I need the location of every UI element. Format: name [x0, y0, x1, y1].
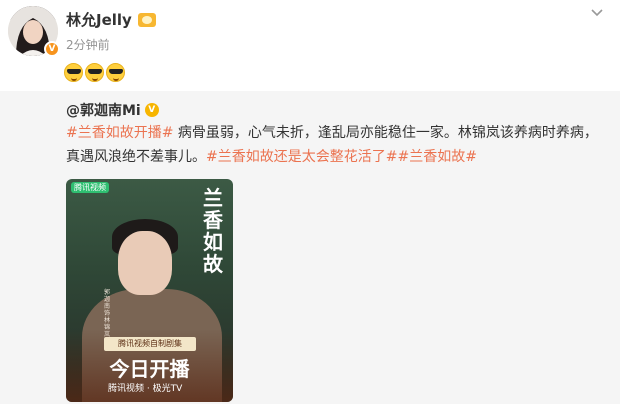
sunglasses-emoji-icon — [64, 63, 83, 82]
sunglasses-emoji-icon — [85, 63, 104, 82]
poster-figure-face — [118, 231, 172, 295]
repost-text: #兰香如故开播# 病骨虽弱，心气未折，逢乱局亦能稳住一家。林锦岚该养病时养病，真… — [66, 121, 606, 169]
sunglasses-emoji-icon — [106, 63, 125, 82]
poster-sponsors: 腾讯视频 · 极光TV — [108, 384, 183, 394]
repost-card[interactable]: @郭迦南Mi V #兰香如故开播# 病骨虽弱，心气未折，逢乱局亦能稳住一家。林锦… — [0, 91, 620, 404]
weibo-post: V 林允Jelly 2分钟前 @郭迦南Mi V #兰香如故开播# 病骨虽弱，心气… — [0, 0, 620, 404]
poster-banner: 腾讯视频自制剧集 — [104, 337, 196, 351]
post-timestamp[interactable]: 2分钟前 — [66, 36, 110, 53]
topic-link[interactable]: #兰香如故# — [397, 149, 476, 165]
post-emoji-text — [64, 63, 125, 82]
avatar[interactable]: V — [8, 6, 60, 57]
topic-link[interactable]: #兰香如故还是太会整花活了# — [206, 149, 397, 165]
post-author[interactable]: 林允Jelly — [66, 9, 156, 30]
repost-author-name[interactable]: @郭迦南Mi — [66, 100, 141, 120]
poster-premiere-text: 今日开播 — [109, 357, 190, 381]
chevron-down-icon[interactable] — [590, 5, 604, 19]
drama-poster-image[interactable]: 腾讯视频 兰香如故 郭迦南饰林锦岚 腾讯视频自制剧集 今日开播 腾讯视频 · 极… — [66, 179, 233, 402]
repost-author[interactable]: @郭迦南Mi V — [66, 100, 159, 120]
vip-crown-icon — [137, 12, 156, 27]
post-author-name[interactable]: 林允Jelly — [66, 9, 132, 30]
topic-link[interactable]: #兰香如故开播# — [66, 125, 173, 141]
platform-tag: 腾讯视频 — [71, 182, 109, 193]
gold-verified-icon: V — [144, 103, 159, 117]
poster-title: 兰香如故 — [203, 186, 223, 276]
verified-badge-icon: V — [44, 41, 60, 57]
